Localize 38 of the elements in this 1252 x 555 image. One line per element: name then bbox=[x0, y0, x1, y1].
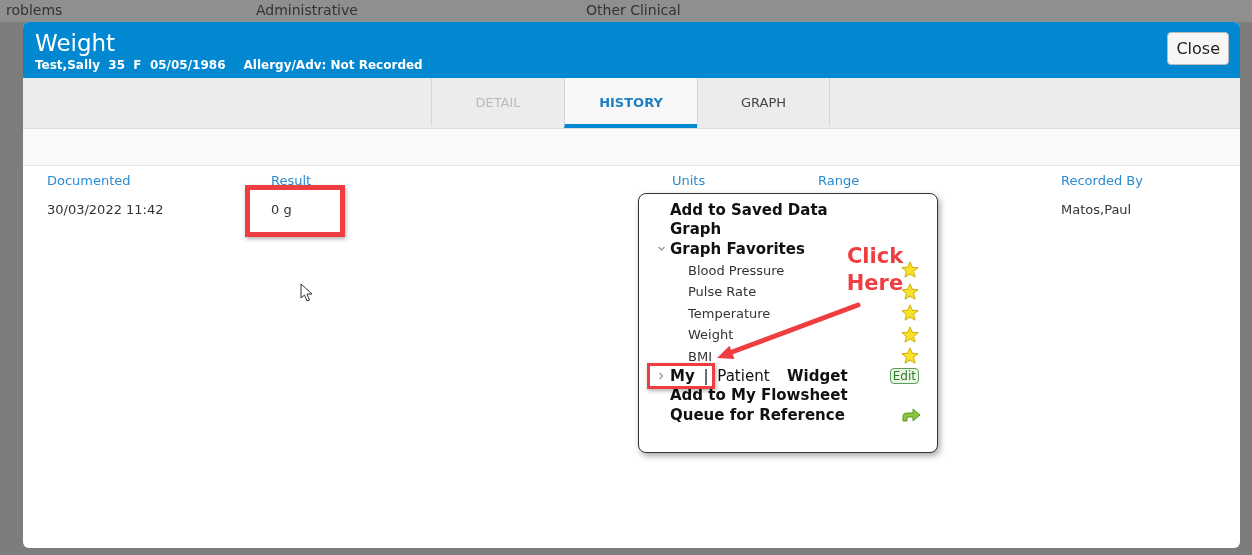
column-header[interactable]: Result bbox=[271, 173, 672, 188]
menu-item[interactable]: Queue for Reference bbox=[670, 405, 845, 424]
menu-item[interactable]: Pulse Rate bbox=[688, 284, 757, 300]
menu-item[interactable]: Temperature bbox=[688, 305, 771, 321]
star-icon[interactable] bbox=[901, 304, 919, 323]
star-icon[interactable] bbox=[901, 261, 919, 280]
table-cell: Matos,Paul bbox=[1061, 202, 1132, 217]
patient-info: Test,Sally 35 F 05/05/1986 bbox=[35, 58, 226, 72]
menu-item[interactable]: My | Patient Widget bbox=[670, 366, 848, 385]
column-header[interactable]: Units bbox=[672, 173, 818, 188]
forward-arrow-icon[interactable] bbox=[901, 406, 921, 423]
menu-item[interactable]: Add to My Flowsheet bbox=[670, 386, 848, 405]
star-icon[interactable] bbox=[901, 347, 919, 366]
menu-item[interactable]: Graph bbox=[670, 220, 722, 239]
column-header[interactable]: Recorded By bbox=[1061, 173, 1143, 188]
annotation-label: Click Here bbox=[845, 243, 905, 297]
table-cell: 0 g bbox=[271, 202, 292, 217]
column-header[interactable]: Documented bbox=[47, 173, 271, 188]
background-tab-label: Other Clinical bbox=[586, 1, 681, 20]
tab[interactable]: GRAPH bbox=[697, 78, 830, 128]
star-icon[interactable] bbox=[901, 282, 919, 301]
close-button[interactable]: Close bbox=[1167, 32, 1229, 65]
annotation-box bbox=[647, 363, 715, 389]
background-tab-label: roblems bbox=[6, 1, 64, 20]
mouse-pointer-icon bbox=[300, 283, 314, 303]
menu-item[interactable]: Weight bbox=[688, 327, 734, 343]
menu-group-label[interactable]: Graph Favorites bbox=[670, 239, 805, 258]
menu-item[interactable]: Add to Saved Data bbox=[670, 200, 828, 219]
background-tab-label: Administrative bbox=[256, 1, 359, 20]
table-cell: 30/03/2022 11:42 bbox=[47, 202, 164, 217]
menu-item[interactable]: BMI bbox=[688, 348, 712, 364]
window-title: Weight bbox=[35, 30, 117, 56]
column-header[interactable]: Range bbox=[818, 173, 1061, 188]
edit-button[interactable]: Edit bbox=[889, 367, 919, 384]
star-icon[interactable] bbox=[901, 325, 919, 344]
tab[interactable]: HISTORY bbox=[564, 78, 697, 128]
menu-item[interactable]: Blood Pressure bbox=[688, 262, 785, 278]
allergy-info: Allergy/Adv: Not Recorded bbox=[243, 58, 423, 72]
